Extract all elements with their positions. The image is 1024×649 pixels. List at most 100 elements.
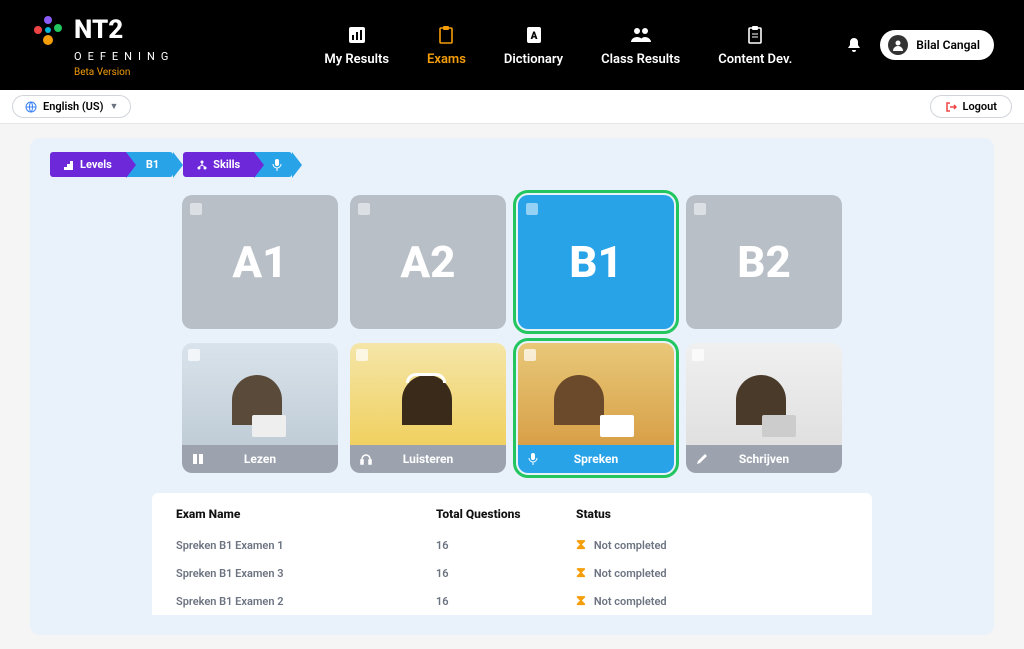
notifications-icon[interactable] <box>846 37 862 53</box>
table-row[interactable]: Spreken B1 Examen 1 16 ⧗ Not completed <box>176 531 848 559</box>
tile-badge-icon <box>524 349 536 361</box>
skill-tile-lezen[interactable]: Lezen <box>182 343 338 473</box>
cell-status: Not completed <box>594 567 667 580</box>
breadcrumb-skills[interactable]: Skills <box>183 152 292 177</box>
brand-subtitle: OEFENING <box>74 50 174 63</box>
breadcrumbs: Levels B1 Skills <box>50 152 974 177</box>
th-status: Status <box>576 507 736 521</box>
cell-name: Spreken B1 Examen 1 <box>176 539 436 552</box>
breadcrumb-value: B1 <box>146 158 159 171</box>
skill-image <box>686 343 842 445</box>
th-name: Exam Name <box>176 507 436 521</box>
cell-name: Spreken B1 Examen 3 <box>176 567 436 580</box>
level-code: B1 <box>569 236 623 288</box>
breadcrumb-label: Levels <box>80 158 112 171</box>
skill-tile-spreken[interactable]: Spreken <box>518 343 674 473</box>
bar-chart-icon <box>346 24 368 46</box>
cell-status: Not completed <box>594 539 667 552</box>
skills-grid: Lezen Luisteren Sp <box>50 343 974 473</box>
book-a-icon: A <box>523 24 545 46</box>
tile-badge-icon <box>190 203 202 215</box>
levels-grid: A1 A2 B1 B2 <box>50 195 974 329</box>
nav-dictionary[interactable]: A Dictionary <box>504 24 563 67</box>
beta-label: Beta Version <box>74 67 174 78</box>
table-row[interactable]: Spreken B1 Examen 2 16 ⧗ Not completed <box>176 587 848 615</box>
breadcrumb-label: Skills <box>213 158 240 171</box>
skill-tile-schrijven[interactable]: Schrijven <box>686 343 842 473</box>
nav-label: Exams <box>427 52 466 67</box>
table-row[interactable]: Spreken B1 Examen 3 16 ⧗ Not completed <box>176 559 848 587</box>
cell-status: Not completed <box>594 595 667 608</box>
level-code: A2 <box>400 236 455 288</box>
tile-badge-icon <box>188 349 200 361</box>
language-label: English (US) <box>43 100 103 113</box>
chevron-down-icon: ▼ <box>109 101 118 112</box>
nav-content-dev[interactable]: Content Dev. <box>718 24 792 67</box>
level-code: B2 <box>737 236 791 288</box>
skill-label: Spreken <box>574 452 618 466</box>
skill-label: Schrijven <box>739 452 789 466</box>
cell-name: Spreken B1 Examen 2 <box>176 595 436 608</box>
tile-badge-icon <box>358 203 370 215</box>
clipboard-list-icon <box>744 24 766 46</box>
table-header: Exam Name Total Questions Status <box>176 507 848 531</box>
cell-total: 16 <box>436 539 576 552</box>
main-nav: My Results Exams A Dictionary Class Resu… <box>324 24 792 67</box>
level-tile-a1[interactable]: A1 <box>182 195 338 329</box>
avatar-icon <box>888 35 908 55</box>
mic-icon <box>272 159 282 171</box>
clipboard-icon <box>435 24 457 46</box>
globe-icon <box>25 101 37 113</box>
skill-image <box>518 343 674 445</box>
nav-my-results[interactable]: My Results <box>324 24 389 67</box>
nav-label: Class Results <box>601 52 680 67</box>
stairs-icon <box>64 160 74 170</box>
hourglass-icon: ⧗ <box>576 593 586 609</box>
nav-label: My Results <box>324 52 389 67</box>
cell-total: 16 <box>436 595 576 608</box>
skill-image <box>182 343 338 445</box>
language-selector[interactable]: English (US) ▼ <box>12 95 131 118</box>
nav-exams[interactable]: Exams <box>427 24 466 67</box>
logout-icon <box>945 101 957 113</box>
skill-label: Luisteren <box>403 452 453 466</box>
skill-label: Lezen <box>244 452 276 466</box>
cell-total: 16 <box>436 567 576 580</box>
main-panel: Levels B1 Skills <box>30 138 994 635</box>
skill-image <box>350 343 506 445</box>
book-icon <box>192 453 204 465</box>
headphones-icon <box>360 453 372 465</box>
level-tile-a2[interactable]: A2 <box>350 195 506 329</box>
nav-label: Content Dev. <box>718 52 792 67</box>
pencil-icon <box>696 453 708 465</box>
th-total: Total Questions <box>436 507 576 521</box>
user-menu[interactable]: Bilal Cangal <box>880 30 994 60</box>
tile-badge-icon <box>692 349 704 361</box>
tile-badge-icon <box>356 349 368 361</box>
logout-button[interactable]: Logout <box>930 95 1013 118</box>
top-header: NT2 OEFENING Beta Version My Results Exa… <box>0 0 1024 90</box>
people-icon <box>630 24 652 46</box>
brand-name: NT2 <box>74 17 123 43</box>
header-right: Bilal Cangal <box>846 30 994 60</box>
hierarchy-icon <box>197 160 207 170</box>
logout-label: Logout <box>963 100 998 113</box>
content-area: Levels B1 Skills <box>0 124 1024 649</box>
breadcrumb-levels[interactable]: Levels B1 <box>50 152 173 177</box>
skill-tile-luisteren[interactable]: Luisteren <box>350 343 506 473</box>
hourglass-icon: ⧗ <box>576 537 586 553</box>
level-tile-b2[interactable]: B2 <box>686 195 842 329</box>
user-name: Bilal Cangal <box>916 38 980 52</box>
mic-icon <box>528 453 538 465</box>
nav-label: Dictionary <box>504 52 563 67</box>
nav-class-results[interactable]: Class Results <box>601 24 680 67</box>
logo-block[interactable]: NT2 OEFENING Beta Version <box>30 12 174 78</box>
level-code: A1 <box>232 236 287 288</box>
svg-text:A: A <box>529 31 537 42</box>
level-tile-b1[interactable]: B1 <box>518 195 674 329</box>
exams-table: Exam Name Total Questions Status Spreken… <box>152 493 872 615</box>
hourglass-icon: ⧗ <box>576 565 586 581</box>
tile-badge-icon <box>526 203 538 215</box>
brand-icon <box>30 12 66 48</box>
sub-bar: English (US) ▼ Logout <box>0 90 1024 124</box>
